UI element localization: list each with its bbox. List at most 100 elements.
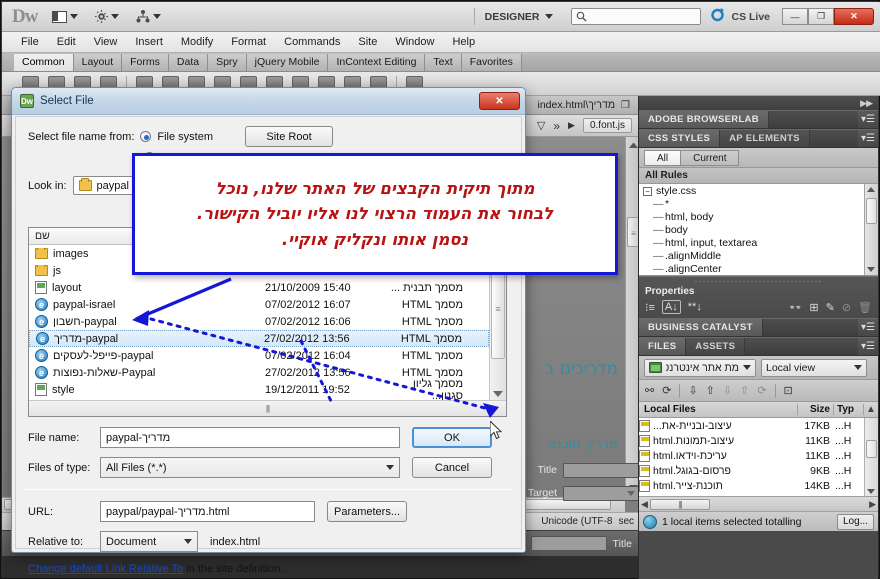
delete-property-icon[interactable]: 🗑 bbox=[858, 301, 872, 314]
list-item[interactable]: עיצוב-תמונות.html 11KB ...H bbox=[639, 433, 878, 448]
property-title-input[interactable] bbox=[530, 536, 607, 551]
view-select[interactable]: Local view bbox=[761, 358, 867, 377]
document-restore-icon[interactable]: ❐ bbox=[621, 100, 630, 111]
panel-options-icon[interactable]: ▾☰ bbox=[858, 338, 878, 355]
css-rules-list[interactable]: − style.css * html, body body html, inpu… bbox=[639, 184, 878, 276]
list-item[interactable]: פרסום-בגוגל.html 9KB ...H bbox=[639, 463, 878, 478]
css-rule-item[interactable]: body bbox=[639, 224, 878, 237]
tab-assets[interactable]: ASSETS bbox=[686, 338, 746, 355]
more-icon[interactable]: » bbox=[553, 119, 560, 133]
menu-item-help[interactable]: Help bbox=[443, 33, 484, 52]
scrollbar-thumb[interactable] bbox=[866, 198, 877, 224]
file-list-horizontal-scrollbar[interactable]: ||| bbox=[29, 400, 506, 416]
panel-options-icon[interactable]: ▾☰ bbox=[858, 130, 878, 147]
tab-adobe-browserlab[interactable]: ADOBE BROWSERLAB bbox=[639, 111, 769, 128]
file-row-paypal-madrich[interactable]: e מדריך-paypal 27/02/2012 13:56 מסמך HTML bbox=[29, 330, 489, 347]
scroll-down-icon[interactable] bbox=[493, 391, 503, 397]
menu-item-modify[interactable]: Modify bbox=[172, 33, 222, 52]
css-rule-item[interactable]: html, body bbox=[639, 211, 878, 224]
menu-item-file[interactable]: File bbox=[12, 33, 48, 52]
file-row-paypal-business[interactable]: e פייפל-לעסקים-paypal 07/02/2012 16:04 מס… bbox=[29, 347, 489, 364]
panel-options-icon[interactable]: ▾☰ bbox=[858, 319, 878, 336]
related-file-chip[interactable]: 0.font.js bbox=[582, 118, 632, 133]
disable-property-icon[interactable]: ⊘ bbox=[842, 301, 851, 314]
menu-item-edit[interactable]: Edit bbox=[48, 33, 85, 52]
tab-favorites[interactable]: Favorites bbox=[461, 54, 522, 71]
files-col-type[interactable]: Typ bbox=[833, 404, 863, 415]
new-css-rule-icon[interactable]: ⊞ bbox=[809, 301, 818, 314]
tab-data[interactable]: Data bbox=[168, 54, 209, 71]
files-col-size[interactable]: Size bbox=[797, 404, 833, 415]
prop-title-input[interactable] bbox=[563, 462, 639, 478]
minimize-button[interactable]: — bbox=[782, 8, 808, 25]
scroll-left-icon[interactable]: ◀ bbox=[641, 499, 648, 510]
parameters-button[interactable]: Parameters... bbox=[327, 501, 407, 522]
tab-business-catalyst[interactable]: BUSINESS CATALYST bbox=[639, 319, 763, 336]
url-input[interactable]: paypal/paypal-מדריך.html bbox=[100, 501, 315, 522]
menu-item-commands[interactable]: Commands bbox=[275, 33, 349, 52]
scroll-down-icon[interactable] bbox=[867, 489, 875, 494]
filter-icon[interactable]: ▽ bbox=[537, 119, 545, 132]
refresh-icon[interactable]: ⟳ bbox=[662, 384, 671, 397]
css-filter-all[interactable]: All bbox=[644, 149, 682, 166]
play-icon[interactable]: ▶ bbox=[568, 120, 575, 131]
menu-item-site[interactable]: Site bbox=[349, 33, 386, 52]
expand-panel-icon[interactable]: ⊡ bbox=[784, 384, 793, 397]
tab-forms[interactable]: Forms bbox=[122, 54, 169, 71]
close-button[interactable]: ✕ bbox=[834, 8, 874, 25]
file-row-layout[interactable]: layout 21/10/2009 15:40 מסמך תבנית ... bbox=[29, 279, 489, 296]
file-row-style[interactable]: style 19/12/2011 19:52 מסמך גליון סגנון.… bbox=[29, 378, 489, 400]
cs-live-button[interactable]: CS Live bbox=[711, 7, 770, 26]
files-of-type-select[interactable]: All Files (*.*) bbox=[100, 457, 400, 478]
relative-to-select[interactable]: Document bbox=[100, 531, 198, 552]
show-category-view-icon[interactable]: ⁝≡ bbox=[645, 301, 655, 314]
site-select[interactable]: מת אתר אינטרנט bbox=[644, 358, 756, 377]
list-item[interactable]: עיצוב-ובניית-את... 17KB ...H bbox=[639, 418, 878, 433]
attach-stylesheet-icon[interactable]: 👓 bbox=[789, 301, 803, 314]
scroll-down-icon[interactable] bbox=[867, 267, 875, 272]
tab-jquery-mobile[interactable]: jQuery Mobile bbox=[246, 54, 329, 71]
css-rule-root[interactable]: − style.css bbox=[639, 184, 878, 198]
workspace-switcher[interactable]: DESIGNER bbox=[473, 8, 564, 25]
scrollbar-thumb[interactable] bbox=[866, 440, 877, 458]
dialog-close-button[interactable]: ✕ bbox=[479, 92, 520, 110]
site-manager-button[interactable] bbox=[134, 7, 163, 27]
css-rule-item[interactable]: .alignCenter bbox=[639, 263, 878, 275]
show-list-view-icon[interactable]: A↓ bbox=[661, 300, 681, 314]
scroll-up-icon[interactable] bbox=[629, 140, 638, 148]
ok-button[interactable]: OK bbox=[412, 427, 492, 448]
menu-item-window[interactable]: Window bbox=[386, 33, 443, 52]
scroll-right-icon[interactable]: ▶ bbox=[869, 499, 876, 510]
cancel-button[interactable]: Cancel bbox=[412, 457, 492, 478]
layout-switcher-button[interactable] bbox=[50, 7, 80, 27]
restore-button[interactable]: ❐ bbox=[808, 8, 834, 25]
scrollbar-thumb[interactable]: ||| bbox=[649, 498, 710, 510]
css-rules-scrollbar[interactable] bbox=[864, 184, 878, 275]
tab-files[interactable]: FILES bbox=[639, 338, 687, 355]
tab-incontext-editing[interactable]: InContext Editing bbox=[328, 54, 426, 71]
menu-item-insert[interactable]: Insert bbox=[126, 33, 172, 52]
log-button[interactable]: Log... bbox=[836, 513, 874, 530]
file-name-input[interactable]: מדריך-paypal bbox=[100, 427, 400, 448]
panel-options-icon[interactable]: ▾☰ bbox=[858, 111, 878, 128]
dialog-title-bar[interactable]: Dw Select File ✕ bbox=[12, 88, 525, 115]
search-input[interactable] bbox=[571, 8, 702, 25]
files-horizontal-scrollbar[interactable]: ◀ ||| ▶ bbox=[639, 496, 878, 511]
extend-settings-button[interactable] bbox=[93, 7, 121, 27]
files-vertical-scrollbar[interactable] bbox=[864, 418, 878, 496]
collapse-icon[interactable]: − bbox=[643, 186, 652, 196]
css-filter-current[interactable]: Current bbox=[681, 149, 740, 166]
list-item[interactable]: עריכת-וידאו.html 11KB ...H bbox=[639, 448, 878, 463]
put-files-icon[interactable]: ⇧ bbox=[706, 384, 715, 397]
document-tab-title[interactable]: מדריך\index.html bbox=[537, 99, 615, 111]
scroll-up-icon[interactable] bbox=[867, 187, 875, 192]
collapse-panels-button[interactable]: ▶▶ bbox=[639, 96, 878, 110]
change-default-link-relative-to-link[interactable]: Change default Link Relative To bbox=[28, 563, 183, 575]
tab-common[interactable]: Common bbox=[14, 54, 74, 71]
tab-spry[interactable]: Spry bbox=[208, 54, 247, 71]
files-list[interactable]: עיצוב-ובניית-את... 17KB ...H עיצוב-תמונו… bbox=[639, 418, 878, 496]
show-only-set-properties-icon[interactable]: **↓ bbox=[688, 301, 702, 313]
synchronize-icon[interactable]: ⟳ bbox=[757, 384, 766, 397]
list-item[interactable]: תוכנת-צייר.html 14KB ...H bbox=[639, 478, 878, 493]
tab-layout[interactable]: Layout bbox=[73, 54, 123, 71]
